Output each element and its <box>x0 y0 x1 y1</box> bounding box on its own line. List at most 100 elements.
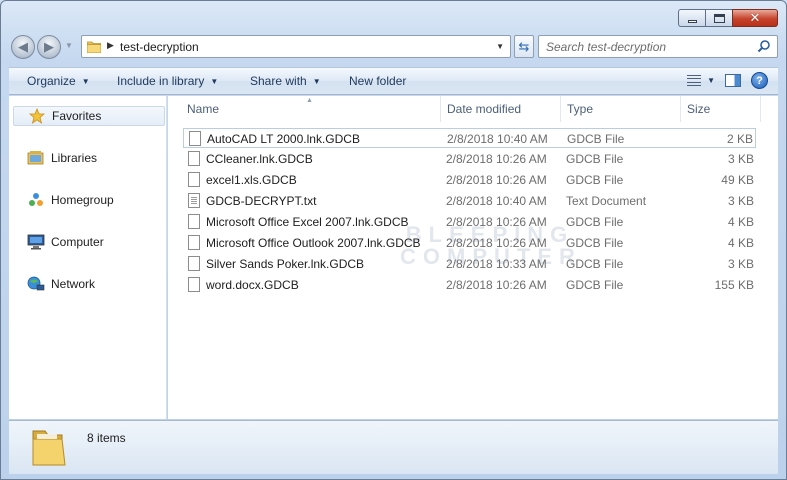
preview-pane-icon[interactable] <box>725 74 741 87</box>
file-type: GDCB File <box>567 132 625 146</box>
file-name: Microsoft Office Excel 2007.lnk.GDCB <box>206 215 409 229</box>
column-header-label: Type <box>567 102 594 116</box>
file-name: excel1.xls.GDCB <box>206 173 297 187</box>
maximize-button[interactable] <box>705 9 732 27</box>
file-name: Microsoft Office Outlook 2007.lnk.GDCB <box>206 236 421 250</box>
nav-item-label: Favorites <box>52 109 102 123</box>
minimize-icon <box>687 19 697 23</box>
share-with-menu[interactable]: Share with ▼ <box>250 74 321 88</box>
file-size: 3 KB <box>727 152 754 166</box>
column-header-label: Name <box>187 102 220 116</box>
refresh-button[interactable]: ⇆ <box>514 35 534 58</box>
homegroup-icon <box>27 192 45 208</box>
recent-pages-dropdown-icon[interactable]: ▼ <box>65 41 73 50</box>
file-size: 49 KB <box>721 173 754 187</box>
include-in-library-menu[interactable]: Include in library ▼ <box>117 74 218 88</box>
table-row[interactable]: Microsoft Office Outlook 2007.lnk.GDCB 2… <box>183 233 756 253</box>
minimize-button[interactable] <box>678 9 705 27</box>
nav-item-computer[interactable]: Computer <box>13 232 165 252</box>
network-icon <box>27 276 45 292</box>
table-row[interactable]: word.docx.GDCB 2/8/2018 10:26 AM GDCB Fi… <box>183 275 756 295</box>
close-button[interactable]: ✕ <box>732 9 778 27</box>
file-type: GDCB File <box>566 278 624 292</box>
file-icon <box>188 277 200 292</box>
column-header-size[interactable]: Size <box>681 96 761 122</box>
nav-item-libraries[interactable]: Libraries <box>13 148 165 168</box>
chevron-down-icon: ▼ <box>210 76 219 86</box>
forward-arrow-icon: ▶ <box>44 39 54 54</box>
search-placeholder: Search test-decryption <box>546 40 667 54</box>
forward-button[interactable]: ▶ <box>37 35 61 59</box>
file-date: 2/8/2018 10:26 AM <box>446 173 547 187</box>
file-size: 4 KB <box>727 236 754 250</box>
file-type: GDCB File <box>566 257 624 271</box>
table-row[interactable]: Silver Sands Poker.lnk.GDCB 2/8/2018 10:… <box>183 254 756 274</box>
column-header-date-modified[interactable]: Date modified <box>441 96 561 122</box>
file-date: 2/8/2018 10:26 AM <box>446 215 547 229</box>
breadcrumb-arrow-icon[interactable]: ▶ <box>107 40 114 51</box>
table-row[interactable]: GDCB-DECRYPT.txt 2/8/2018 10:40 AM Text … <box>183 191 756 211</box>
libraries-icon <box>27 150 45 166</box>
table-row[interactable]: CCleaner.lnk.GDCB 2/8/2018 10:26 AM GDCB… <box>183 149 756 169</box>
file-icon <box>188 151 200 166</box>
organize-menu[interactable]: Organize ▼ <box>27 74 90 88</box>
file-type: GDCB File <box>566 215 624 229</box>
file-list: ▲ Name Date modified Type Size BLEEPING … <box>168 96 778 419</box>
item-count: 8 items <box>87 431 126 445</box>
file-icon <box>188 235 200 250</box>
star-icon <box>28 108 46 124</box>
file-icon <box>188 172 200 187</box>
view-controls: ▼ ? <box>687 72 768 89</box>
column-header-type[interactable]: Type <box>561 96 681 122</box>
file-icon <box>189 131 201 146</box>
table-row[interactable]: excel1.xls.GDCB 2/8/2018 10:26 AM GDCB F… <box>183 170 756 190</box>
table-row[interactable]: Microsoft Office Excel 2007.lnk.GDCB 2/8… <box>183 212 756 232</box>
navigation-bar: ◀ ▶ ▼ ▶ test-decryption ▼ ⇆ Search test-… <box>9 35 778 59</box>
nav-item-label: Libraries <box>51 151 98 165</box>
search-icon[interactable] <box>757 39 771 53</box>
address-history-dropdown-icon[interactable]: ▼ <box>496 42 504 51</box>
file-name: CCleaner.lnk.GDCB <box>206 152 313 166</box>
share-with-label: Share with <box>250 74 307 88</box>
new-folder-label: New folder <box>349 74 407 88</box>
explorer-window: ✕ ◀ ▶ ▼ ▶ test-decryption ▼ ⇆ Search tes… <box>0 0 787 480</box>
nav-item-network[interactable]: Network <box>13 274 165 294</box>
help-icon[interactable]: ? <box>751 72 768 89</box>
column-header-name[interactable]: Name <box>181 96 441 122</box>
chevron-down-icon: ▼ <box>312 76 321 86</box>
close-icon: ✕ <box>749 10 761 26</box>
file-date: 2/8/2018 10:33 AM <box>446 257 547 271</box>
file-icon <box>188 256 200 271</box>
file-size: 4 KB <box>727 215 754 229</box>
file-date: 2/8/2018 10:26 AM <box>446 236 547 250</box>
file-date: 2/8/2018 10:40 AM <box>447 132 548 146</box>
maximize-icon <box>713 13 725 23</box>
column-header-label: Date modified <box>447 102 522 116</box>
file-name: GDCB-DECRYPT.txt <box>206 194 317 208</box>
back-button[interactable]: ◀ <box>11 35 35 59</box>
file-type: GDCB File <box>566 152 624 166</box>
search-input[interactable]: Search test-decryption <box>538 35 778 58</box>
refresh-icon: ⇆ <box>518 38 530 54</box>
organize-label: Organize <box>27 74 76 88</box>
change-view-icon[interactable] <box>687 75 702 86</box>
file-name: Silver Sands Poker.lnk.GDCB <box>206 257 365 271</box>
navigation-pane: Favorites Libraries Homegroup Computer N… <box>9 96 167 419</box>
nav-item-homegroup[interactable]: Homegroup <box>13 190 165 210</box>
caption-buttons: ✕ <box>678 9 778 27</box>
nav-item-label: Computer <box>51 235 104 249</box>
nav-item-label: Network <box>51 277 96 291</box>
back-arrow-icon: ◀ <box>18 39 28 54</box>
address-bar[interactable]: ▶ test-decryption ▼ <box>81 35 511 58</box>
command-bar: Organize ▼ Include in library ▼ Share with… <box>9 67 778 95</box>
chevron-down-icon: ▼ <box>81 76 90 86</box>
nav-item-favorites[interactable]: Favorites <box>13 106 165 126</box>
table-row[interactable]: AutoCAD LT 2000.lnk.GDCB 2/8/2018 10:40 … <box>183 128 756 148</box>
new-folder-button[interactable]: New folder <box>349 74 406 88</box>
file-icon <box>188 214 200 229</box>
computer-icon <box>27 234 45 250</box>
file-type: GDCB File <box>566 173 624 187</box>
details-pane: 8 items <box>9 420 778 474</box>
address-path[interactable]: test-decryption <box>120 40 199 54</box>
view-options-dropdown-icon[interactable]: ▼ <box>707 76 715 85</box>
